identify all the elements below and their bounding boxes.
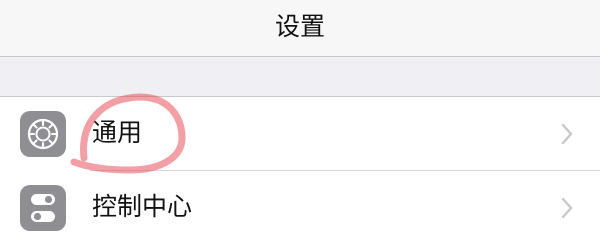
page-title: 设置 [274,12,325,41]
toggle-switches-icon [20,185,66,231]
settings-list: 通用 控制中心 [0,97,600,245]
settings-item-label: 通用 [92,118,143,147]
gear-icon [20,111,66,157]
settings-item-control-center[interactable]: 控制中心 [0,171,600,245]
chevron-right-icon [561,197,573,219]
section-spacer [0,57,600,97]
chevron-right-icon [561,123,573,145]
navigation-bar: 设置 [0,0,600,57]
settings-item-general[interactable]: 通用 [0,97,600,171]
settings-item-label: 控制中心 [92,192,193,221]
